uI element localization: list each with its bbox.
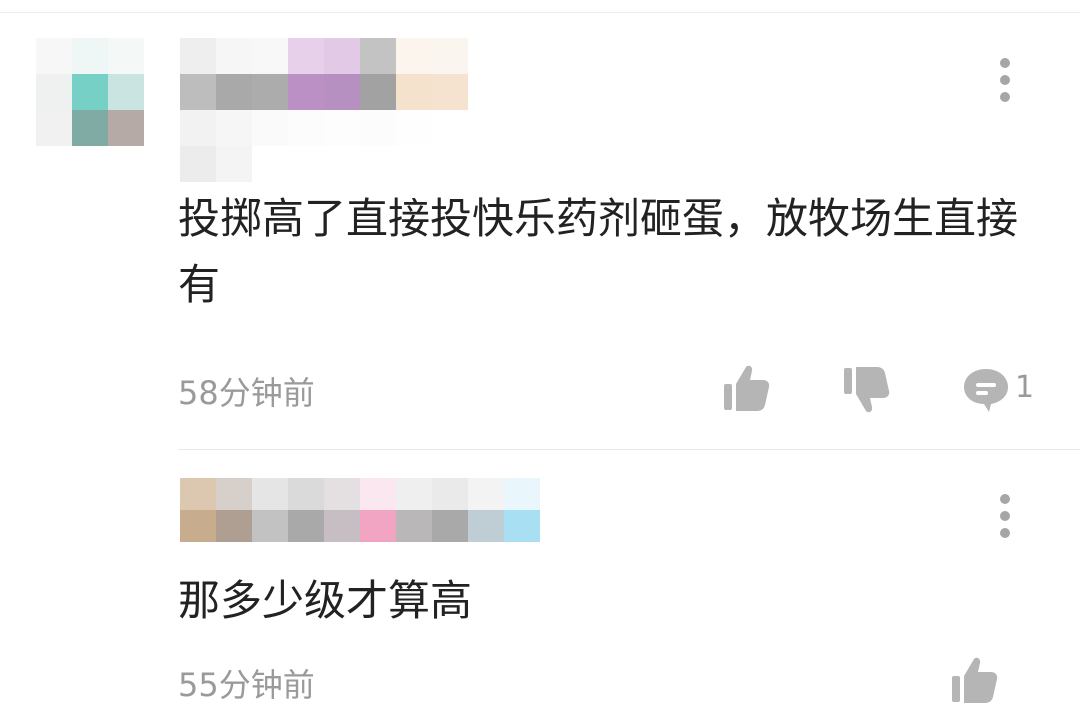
username-censored[interactable] (180, 38, 468, 182)
more-vertical-icon (1000, 58, 1010, 68)
thumbs-up-icon[interactable] (722, 364, 770, 412)
reply-bubble-icon[interactable] (962, 366, 1010, 414)
comment-time: 58分钟前 (178, 374, 315, 412)
comment-time: 55分钟前 (178, 666, 315, 704)
more-options-button[interactable] (985, 486, 1025, 546)
top-divider (0, 12, 1080, 13)
comment-text: 那多少级才算高 (178, 576, 473, 625)
comment-text: 投掷高了直接投快乐药剂砸蛋，放牧场生直接有 (178, 194, 1019, 309)
more-options-button[interactable] (985, 50, 1025, 110)
comment-divider (178, 449, 1080, 450)
reply-count[interactable]: 1 (1015, 370, 1034, 405)
thumbs-up-icon[interactable] (950, 656, 998, 704)
thumbs-down-icon[interactable] (842, 366, 890, 414)
username-censored[interactable] (180, 478, 540, 542)
avatar[interactable] (36, 38, 144, 146)
more-vertical-icon (1000, 494, 1010, 504)
